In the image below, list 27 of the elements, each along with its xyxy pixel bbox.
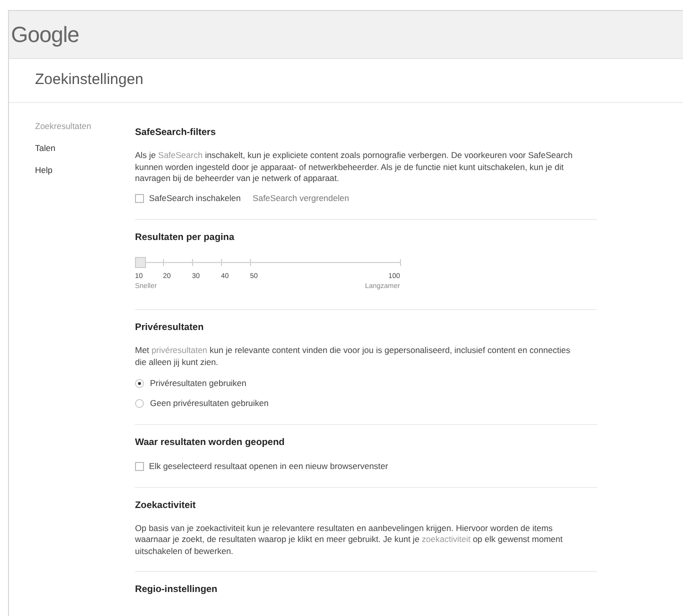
paragraph: Met privéresultaten kun je relevante content vinden die voor jou is gepersonaliseerd, inclusief content en connecties die alleen jij kunt zien. [135, 345, 572, 368]
checkbox-label: SafeSearch inschakelen [149, 192, 241, 204]
section-heading: Regio-instellingen [135, 583, 218, 598]
section-heading: Privéresultaten [135, 320, 205, 335]
section-heading: Zoekactiviteit [135, 498, 197, 512]
page-title: Zoekinstellingen [35, 70, 144, 90]
section-heading: Resultaten per pagina [135, 230, 236, 244]
sidebar-link[interactable]: Zoekresultaten [35, 120, 92, 133]
lock-link[interactable]: SafeSearch vergrendelen [252, 192, 350, 204]
paragraph: Als je SafeSearch inschakelt, kun je expliciete content zoals pornografie verbergen. De voorkeuren voor SafeSearch kunnen worden ingesteld door je apparaat- of netwerkbeheerder. Als je de functie niet kunt uitschakelen, kun je dit navragen bij de beheerder van je netwerk of apparaat. [135, 150, 574, 185]
inline-link[interactable]: SafeSearch [158, 150, 203, 160]
radio-label: Privéresultaten gebruiken [150, 377, 246, 390]
radio-label: Geen privéresultaten gebruiken [150, 396, 269, 410]
radio-button[interactable] [135, 398, 144, 408]
radio-button[interactable] [135, 378, 144, 388]
inline-link[interactable]: privéresultaten [152, 345, 208, 355]
section-heading: SafeSearch-filters [135, 126, 217, 140]
paragraph: Op basis van je zoekactiviteit kun je relevantere resultaten en aanbevelingen krijgen. Hiervoor worden de items waarnaar je zoekt, de resultaten waarop je klikt en meer gebruikt. Je kunt je zoekactiviteit op elk gewenst moment uitschakelen of bewerken. [135, 522, 564, 558]
sidebar-link[interactable]: Help [35, 164, 52, 176]
checkbox-label: Elk geselecteerd resultaat openen in een nieuw browservenster [149, 460, 388, 472]
checkbox[interactable] [135, 462, 144, 471]
logo[interactable]: Google [11, 18, 79, 51]
sidebar-link[interactable]: Talen [35, 142, 56, 154]
section-heading: Waar resultaten worden geopend [135, 436, 286, 450]
slider-thumb[interactable] [135, 256, 146, 268]
inline-link[interactable]: zoekactiviteit [422, 534, 470, 544]
checkbox[interactable] [135, 194, 144, 203]
